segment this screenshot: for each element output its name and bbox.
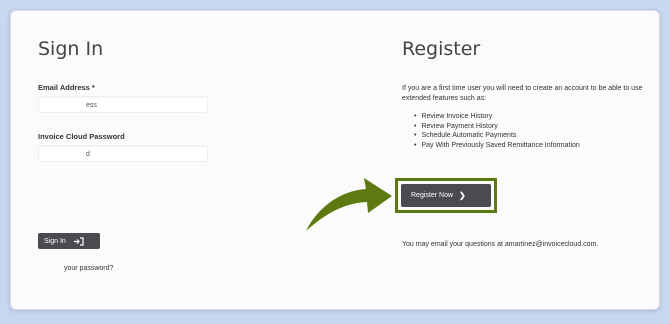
feature-item: Review Payment History	[414, 122, 654, 132]
sign-in-button[interactable]: Sign In	[38, 233, 100, 249]
sign-in-button-label: Sign In	[44, 237, 66, 245]
signin-title: Sign In	[38, 38, 104, 60]
email-label: Email Address *	[38, 83, 95, 92]
contact-text: You may email your questions at amartine…	[402, 241, 599, 248]
feature-item: Pay With Previously Saved Remittance Inf…	[414, 141, 654, 151]
forgot-password-link[interactable]: your password?	[64, 265, 113, 272]
green-arrow-icon	[306, 178, 392, 231]
password-label: Invoice Cloud Password	[38, 132, 125, 141]
register-intro: If you are a first time user you will ne…	[402, 85, 643, 102]
register-title: Register	[402, 38, 481, 60]
register-now-button-label: Register Now	[411, 192, 454, 199]
password-field-value: d	[86, 151, 90, 158]
email-field-value: ess	[86, 102, 97, 109]
password-field[interactable]: d	[38, 145, 208, 162]
sign-in-icon	[73, 236, 84, 246]
feature-item: Review Invoice History	[414, 112, 654, 122]
forgot-password-row: your password?	[38, 264, 148, 274]
register-now-button[interactable]: Register Now ❯	[401, 184, 491, 207]
email-field[interactable]: ess	[38, 96, 208, 113]
feature-list: Review Invoice History Review Payment Hi…	[414, 112, 654, 150]
feature-item: Schedule Automatic Payments	[414, 131, 654, 141]
chevron-right-icon: ❯	[459, 191, 466, 200]
